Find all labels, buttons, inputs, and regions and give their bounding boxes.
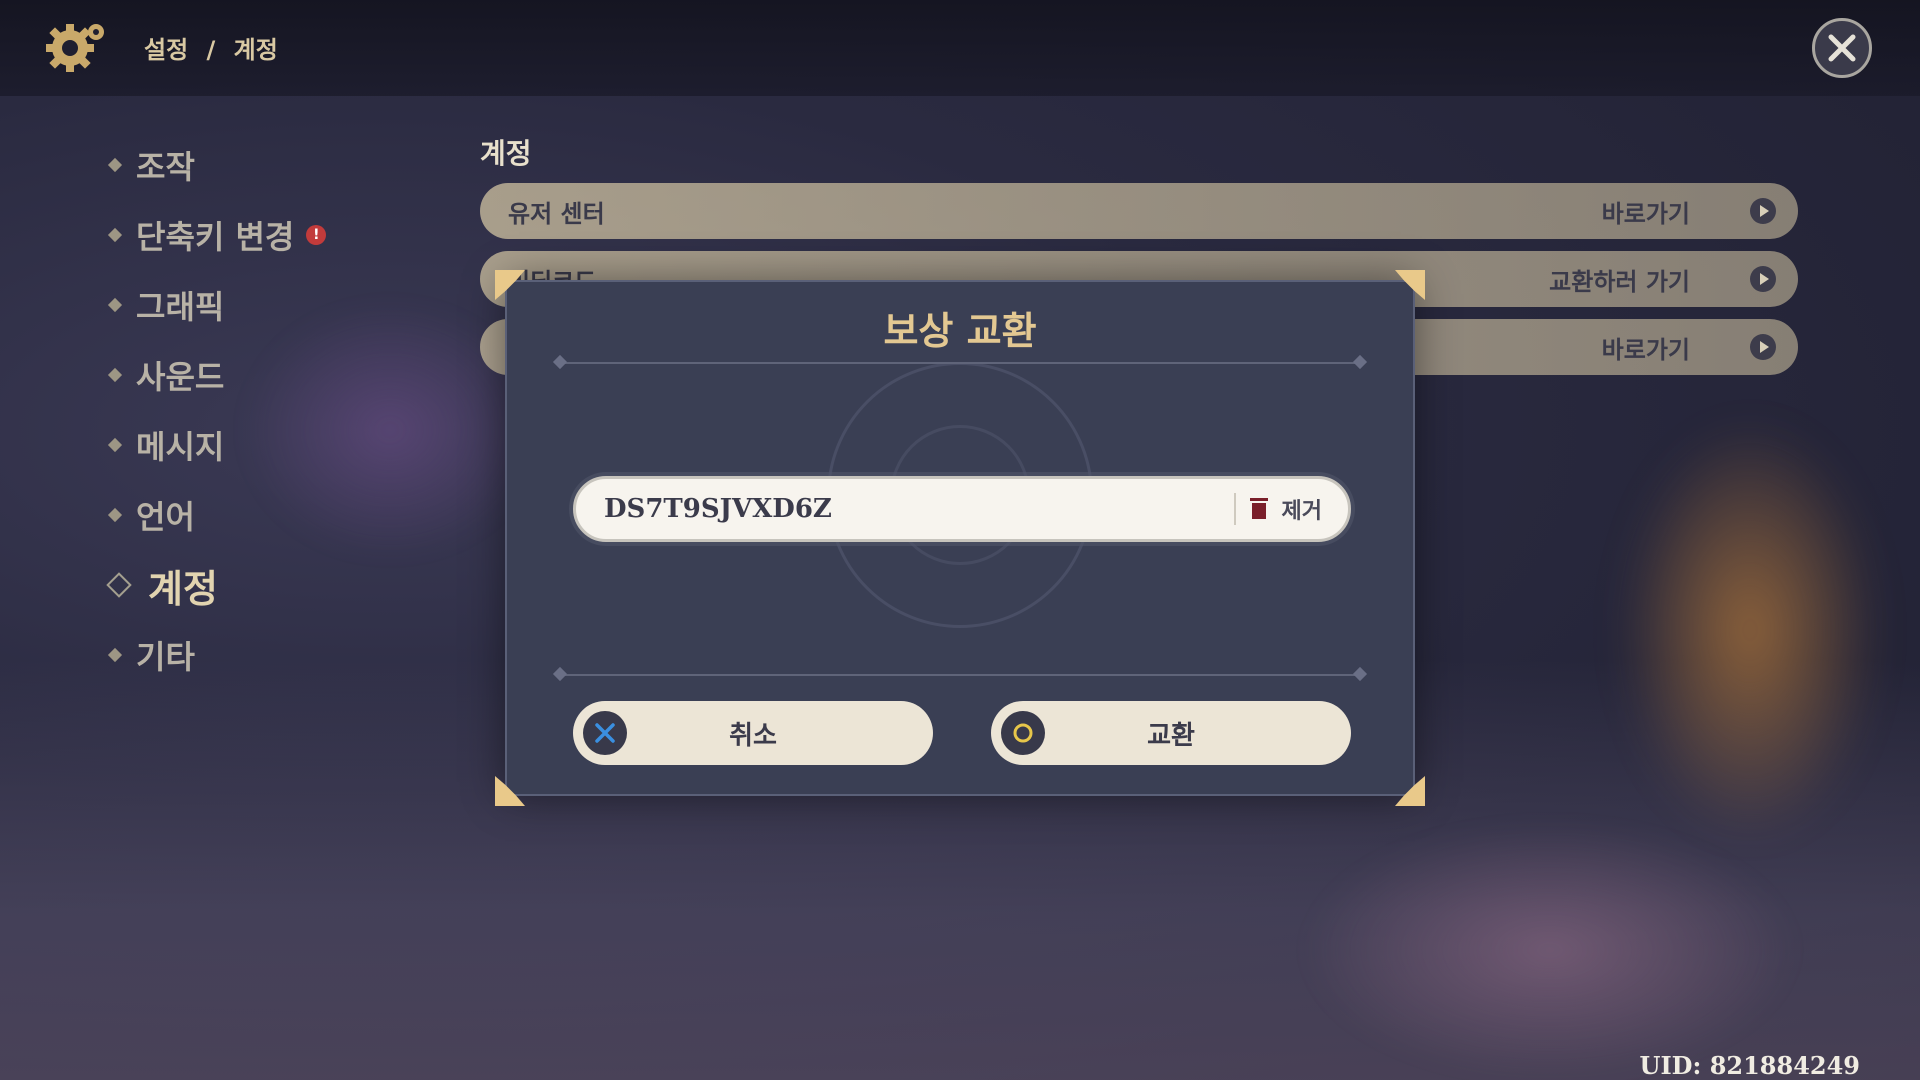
background-lantern-glow	[1620, 420, 1880, 840]
breadcrumb-account: 계정	[233, 36, 278, 64]
diamond-icon	[107, 507, 123, 523]
trash-icon	[1249, 498, 1268, 520]
redeem-code-input[interactable]	[602, 493, 1234, 525]
sidebar-item-sound[interactable]: 사운드	[107, 340, 326, 410]
breadcrumb-separator: /	[206, 36, 216, 64]
sidebar-item-other[interactable]: 기타	[107, 620, 326, 690]
corner-ornament-icon	[1395, 776, 1425, 806]
sidebar-item-keybinds[interactable]: 단축키 변경 !	[107, 200, 327, 270]
close-icon	[1828, 34, 1856, 62]
divider	[555, 674, 1365, 676]
row-action-label: 바로가기	[1601, 335, 1690, 364]
breadcrumb: 설정 / 계정	[144, 30, 288, 65]
row-user-center[interactable]: 유저 센터 바로가기	[480, 183, 1798, 239]
x-button-icon	[583, 711, 627, 755]
clear-button[interactable]: 제거	[1249, 493, 1348, 525]
sidebar-item-label: 계정	[148, 566, 218, 611]
row-action[interactable]: 바로가기	[1602, 194, 1776, 229]
row-action[interactable]: 교환하러 가기	[1549, 262, 1776, 297]
breadcrumb-settings[interactable]: 설정	[144, 36, 188, 64]
diamond-icon	[107, 437, 123, 453]
row-label: 유저 센터	[508, 199, 605, 228]
arrow-right-circle-icon	[1750, 198, 1776, 224]
arrow-right-circle-icon	[1750, 266, 1776, 292]
circle-button-icon	[1001, 711, 1045, 755]
sidebar-item-graphics[interactable]: 그래픽	[107, 270, 326, 340]
confirm-label: 교환	[1147, 720, 1195, 751]
diamond-icon	[107, 367, 123, 383]
redeem-dialog: 보상 교환 제거 취소 교환	[495, 270, 1415, 796]
diamond-icon	[106, 572, 132, 598]
top-bar: 설정 / 계정	[0, 0, 1920, 96]
section-title: 계정	[480, 137, 532, 170]
sidebar-item-messages[interactable]: 메시지	[107, 410, 326, 480]
diamond-icon	[107, 227, 123, 243]
gear-icon	[42, 18, 110, 78]
sidebar-item-label: 조작	[136, 148, 195, 186]
sidebar-item-account[interactable]: 계정	[106, 550, 326, 620]
sidebar-item-label: 메시지	[136, 428, 225, 466]
sidebar-item-label: 그래픽	[136, 288, 225, 326]
clear-label: 제거	[1281, 499, 1322, 524]
diamond-icon	[107, 297, 123, 313]
sidebar-item-label: 언어	[136, 498, 195, 536]
cancel-button[interactable]: 취소	[573, 701, 933, 765]
cancel-label: 취소	[729, 720, 777, 751]
sidebar-item-label: 사운드	[136, 358, 225, 396]
row-action-label: 교환하러 가기	[1549, 267, 1690, 296]
field-separator	[1233, 493, 1236, 525]
divider	[555, 362, 1365, 364]
confirm-button[interactable]: 교환	[991, 701, 1351, 765]
sidebar-item-language[interactable]: 언어	[107, 480, 326, 550]
dialog-title: 보상 교환	[883, 309, 1037, 353]
diamond-icon	[107, 157, 123, 173]
sidebar-item-controls[interactable]: 조작	[107, 130, 326, 200]
uid-label: UID: 821884249	[1639, 1051, 1860, 1080]
sidebar-item-label: 단축키 변경	[136, 218, 295, 256]
close-button[interactable]	[1812, 18, 1872, 78]
settings-sidebar: 조작 단축키 변경 ! 그래픽 사운드 메시지 언어 계정 기타	[106, 130, 327, 690]
arrow-right-circle-icon	[1750, 334, 1776, 360]
redeem-code-field[interactable]: 제거	[573, 476, 1351, 542]
sidebar-item-label: 기타	[136, 638, 195, 676]
row-action[interactable]: 바로가기	[1602, 330, 1776, 365]
background-pink-glow	[1300, 820, 1800, 1080]
corner-ornament-icon	[495, 270, 525, 300]
corner-ornament-icon	[495, 776, 525, 806]
diamond-icon	[107, 647, 123, 663]
alert-badge: !	[306, 225, 327, 245]
row-action-label: 바로가기	[1601, 199, 1690, 228]
corner-ornament-icon	[1395, 270, 1425, 300]
